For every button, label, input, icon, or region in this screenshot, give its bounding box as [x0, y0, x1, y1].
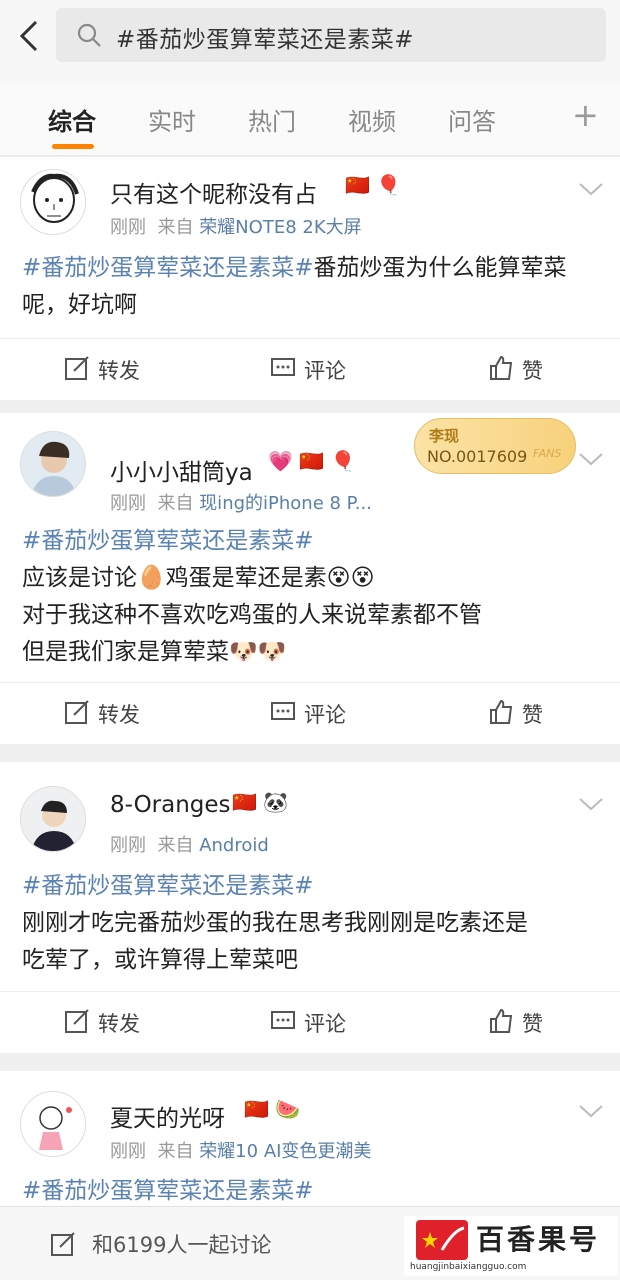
topic-tag[interactable]: #番茄炒蛋算荤菜还是素菜#: [22, 255, 314, 281]
repost-icon: [65, 700, 89, 724]
post-text: #番茄炒蛋算荤菜还是素菜# 应该是讨论🥚鸡蛋是荤还是素😵😵 对于我这种不喜欢吃鸡…: [22, 523, 602, 671]
post-card: 只有这个昵称没有占 🇨🇳 🎈 刚刚 来自 荣耀NOTE8 2K大屏 #番茄炒蛋算…: [0, 157, 620, 400]
username[interactable]: 夏天的光呀: [110, 1099, 225, 1133]
repost-icon: [65, 1009, 89, 1033]
avatar[interactable]: [20, 169, 86, 235]
user-badges: 🇨🇳 🎈: [345, 173, 402, 197]
tab-video[interactable]: 视频: [348, 102, 396, 137]
thumbs-up-icon: [490, 355, 513, 380]
user-badges: 💗 🇨🇳 🎈: [268, 449, 356, 473]
add-tab-button[interactable]: +: [572, 96, 599, 134]
comment-button[interactable]: 评论: [271, 699, 346, 729]
post-actions: 转发 评论 赞: [0, 682, 620, 744]
comment-icon: [271, 358, 295, 376]
chevron-down-icon[interactable]: [578, 451, 604, 467]
discuss-input[interactable]: 和6199人一起讨论: [92, 1229, 271, 1259]
back-arrow-icon[interactable]: [14, 16, 44, 56]
post-meta: 刚刚 来自 荣耀10 AI变色更潮美: [110, 1141, 372, 1162]
repost-button[interactable]: 转发: [65, 1008, 140, 1038]
thumbs-up-icon: [490, 1008, 513, 1033]
username[interactable]: 小小小甜筒ya: [110, 453, 253, 487]
topic-tag[interactable]: #番茄炒蛋算荤菜还是素菜#: [22, 1173, 602, 1210]
repost-icon: [65, 356, 89, 380]
post-meta: 刚刚 来自 现ing的iPhone 8 P...: [110, 493, 372, 514]
post-text: #番茄炒蛋算荤菜还是素菜#番茄炒蛋为什么能算荤菜呢，好坑啊: [22, 255, 567, 318]
search-icon: [77, 23, 101, 47]
repost-button[interactable]: 转发: [65, 699, 140, 729]
tab-bar: 综合 实时 热门 视频 问答 +: [0, 84, 620, 156]
comment-icon: [271, 702, 295, 720]
post-meta: 刚刚 来自 Android: [110, 835, 269, 856]
topic-tag[interactable]: #番茄炒蛋算荤菜还是素菜#: [22, 523, 602, 560]
tab-realtime[interactable]: 实时: [148, 102, 196, 137]
post-actions: 转发 评论 赞: [0, 338, 620, 400]
like-button[interactable]: 赞: [490, 355, 543, 385]
comment-button[interactable]: 评论: [271, 355, 346, 385]
post-card: 夏天的光呀 🇨🇳 🍉 刚刚 来自 荣耀10 AI变色更潮美 #番茄炒蛋算荤菜还是…: [0, 1071, 620, 1211]
user-badges: 🇨🇳 🍉: [244, 1097, 301, 1121]
user-badges: 🇨🇳 🐼: [232, 790, 289, 814]
avatar[interactable]: [20, 786, 86, 852]
like-button[interactable]: 赞: [490, 699, 543, 729]
watermark-name: 百香果号: [476, 1223, 601, 1256]
search-query[interactable]: #番茄炒蛋算荤菜还是素菜#: [116, 20, 414, 54]
watermark-logo-icon: [416, 1220, 468, 1260]
thumbs-up-icon: [490, 699, 513, 724]
watermark-url: huangjinbaixiangguo.com: [410, 1262, 527, 1272]
avatar[interactable]: [20, 431, 86, 497]
like-button[interactable]: 赞: [490, 1008, 543, 1038]
fans-badge[interactable]: 李现 NO.0017609 FANS: [414, 418, 576, 474]
tab-qa[interactable]: 问答: [448, 102, 496, 137]
top-bar: #番茄炒蛋算荤菜还是素菜#: [0, 0, 620, 84]
comment-button[interactable]: 评论: [271, 1008, 346, 1038]
username[interactable]: 只有这个昵称没有占: [110, 175, 317, 209]
post-card: 8-Oranges 🇨🇳 🐼 刚刚 来自 Android #番茄炒蛋算荤菜还是素…: [0, 762, 620, 1053]
chevron-down-icon[interactable]: [578, 1103, 604, 1119]
edit-icon: [51, 1232, 75, 1256]
avatar[interactable]: [20, 1091, 86, 1157]
post-meta: 刚刚 来自 荣耀NOTE8 2K大屏: [110, 217, 362, 238]
username[interactable]: 8-Oranges: [110, 792, 231, 818]
repost-button[interactable]: 转发: [65, 355, 140, 385]
post-actions: 转发 评论 赞: [0, 991, 620, 1053]
watermark: 百香果号 huangjinbaixiangguo.com: [404, 1216, 618, 1276]
search-box[interactable]: #番茄炒蛋算荤菜还是素菜#: [56, 8, 606, 62]
chevron-down-icon[interactable]: [578, 181, 604, 197]
post-text: #番茄炒蛋算荤菜还是素菜#: [22, 1173, 602, 1210]
topic-tag[interactable]: #番茄炒蛋算荤菜还是素菜#: [22, 868, 602, 905]
tab-comprehensive[interactable]: 综合: [48, 102, 96, 137]
post-text: #番茄炒蛋算荤菜还是素菜# 刚刚才吃完番茄炒蛋的我在思考我刚刚是吃素还是 吃荤了…: [22, 868, 602, 979]
tab-hot[interactable]: 热门: [248, 102, 296, 137]
active-tab-indicator: [52, 144, 94, 149]
chevron-down-icon[interactable]: [578, 796, 604, 812]
comment-icon: [271, 1011, 295, 1029]
